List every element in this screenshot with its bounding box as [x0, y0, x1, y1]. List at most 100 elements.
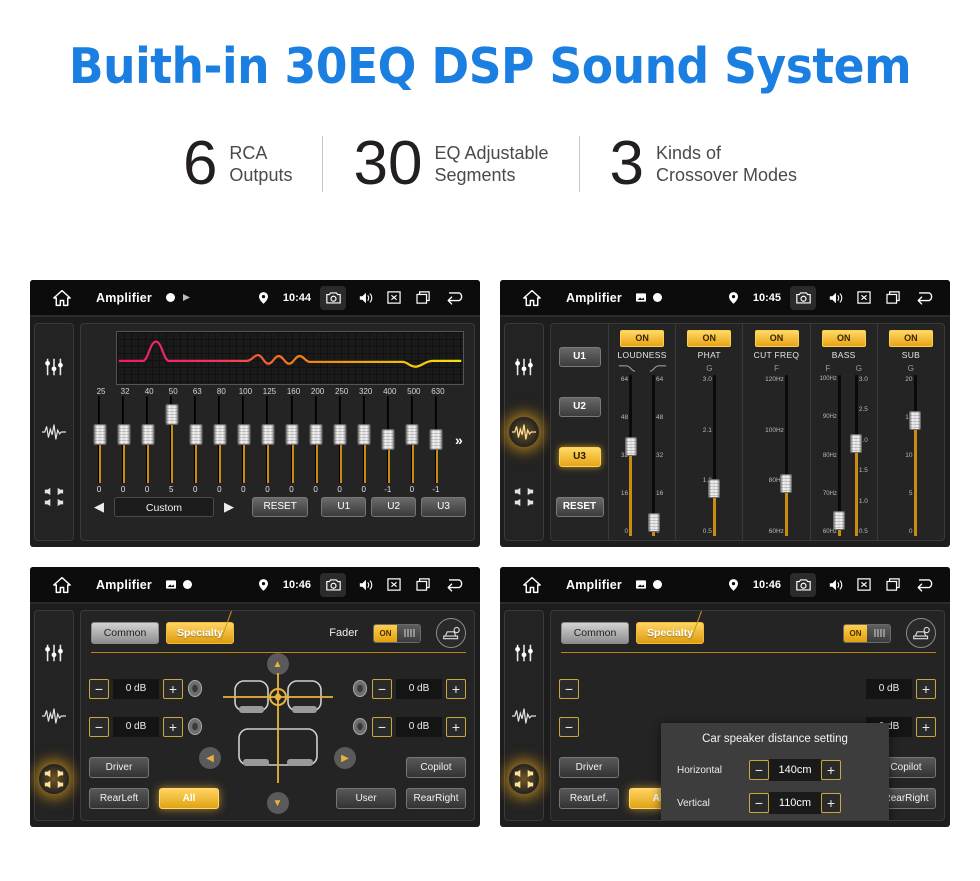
recents-icon[interactable]: [883, 575, 903, 595]
minus-button[interactable]: −: [749, 793, 769, 813]
camera-icon[interactable]: [790, 572, 816, 597]
reset-button[interactable]: RESET: [251, 497, 309, 517]
position-driver-button[interactable]: Driver: [89, 757, 149, 778]
eq-slider[interactable]: -1: [376, 396, 400, 496]
balance-icon[interactable]: [39, 763, 69, 794]
equalizer-icon[interactable]: [39, 352, 69, 382]
close-box-icon[interactable]: [854, 288, 874, 308]
camera-icon[interactable]: [320, 572, 346, 597]
eq-slider[interactable]: 0: [304, 396, 328, 496]
eq-slider[interactable]: 0: [135, 396, 159, 496]
bass-freq-slider[interactable]: 100Hz 90Hz 80Hz 70Hz 60Hz: [820, 375, 846, 536]
close-box-icon[interactable]: [854, 575, 874, 595]
loudness-slider-1[interactable]: 64 48 32 16 0: [621, 375, 637, 536]
minus-button[interactable]: −: [89, 679, 109, 699]
minus-button[interactable]: −: [372, 679, 392, 699]
user-preset-u1-button[interactable]: U1: [321, 497, 367, 517]
plus-button[interactable]: +: [163, 679, 183, 699]
eq-slider[interactable]: 0: [111, 396, 135, 496]
plus-button[interactable]: +: [821, 760, 841, 780]
back-icon[interactable]: [442, 575, 468, 595]
plus-button[interactable]: +: [163, 717, 183, 737]
equalizer-icon[interactable]: [39, 638, 69, 668]
reset-button[interactable]: RESET: [555, 497, 604, 517]
recents-icon[interactable]: [413, 288, 433, 308]
eq-slider[interactable]: 0: [207, 396, 231, 496]
plus-button[interactable]: +: [916, 679, 936, 699]
minus-button[interactable]: −: [749, 760, 769, 780]
eq-slider[interactable]: 0: [328, 396, 352, 496]
cut-freq-toggle[interactable]: ON: [754, 330, 799, 347]
phat-toggle[interactable]: ON: [687, 330, 732, 347]
user-preset-u2-button[interactable]: U2: [371, 497, 417, 517]
position-all-button[interactable]: All: [159, 788, 219, 809]
equalizer-icon[interactable]: [509, 638, 539, 668]
car-settings-button[interactable]: [436, 618, 466, 648]
user-preset-u3-button[interactable]: U3: [558, 447, 601, 467]
volume-icon[interactable]: [825, 288, 845, 308]
eq-slider[interactable]: 0: [255, 396, 279, 496]
eq-slider[interactable]: -1: [424, 396, 448, 496]
volume-icon[interactable]: [825, 575, 845, 595]
loudness-toggle[interactable]: ON: [620, 330, 665, 347]
eq-slider[interactable]: 0: [231, 396, 255, 496]
minus-button[interactable]: −: [89, 717, 109, 737]
eq-slider[interactable]: 0: [352, 396, 376, 496]
position-rearright-button[interactable]: RearRight: [406, 788, 466, 809]
fader-right-button[interactable]: ▶: [334, 747, 356, 769]
phat-gain-slider[interactable]: 3.0 2.1 1.3 0.5: [703, 375, 721, 536]
sub-gain-slider[interactable]: 2015 105 0: [905, 375, 922, 536]
home-icon[interactable]: [42, 289, 82, 307]
back-icon[interactable]: [912, 575, 938, 595]
loudness-slider-2[interactable]: 6448 3216 0: [647, 375, 663, 536]
eq-slider[interactable]: 5: [159, 396, 183, 496]
recents-icon[interactable]: [883, 288, 903, 308]
eq-slider[interactable]: 0: [280, 396, 304, 496]
waveform-icon[interactable]: [509, 701, 539, 731]
home-icon[interactable]: [512, 289, 552, 307]
car-seats-diagram[interactable]: [213, 673, 343, 783]
volume-icon[interactable]: [355, 575, 375, 595]
minus-button[interactable]: −: [559, 679, 579, 699]
fader-down-button[interactable]: ▼: [266, 792, 289, 814]
eq-slider[interactable]: 0: [183, 396, 207, 496]
plus-button[interactable]: +: [446, 717, 466, 737]
close-box-icon[interactable]: [384, 575, 404, 595]
user-preset-u1-button[interactable]: U1: [558, 347, 601, 367]
waveform-icon[interactable]: [509, 416, 539, 447]
position-copilot-button[interactable]: Copilot: [406, 757, 466, 778]
tab-common[interactable]: Common: [561, 622, 629, 644]
minus-button[interactable]: −: [372, 717, 392, 737]
tab-common[interactable]: Common: [91, 622, 159, 644]
waveform-icon[interactable]: [39, 701, 69, 731]
position-rearleft-button[interactable]: RearLeft: [89, 788, 149, 809]
expand-right-icon[interactable]: »: [455, 432, 463, 448]
plus-button[interactable]: +: [446, 679, 466, 699]
home-icon[interactable]: [512, 576, 552, 594]
eq-slider[interactable]: 0: [87, 396, 111, 496]
eq-slider[interactable]: 0: [400, 396, 424, 496]
cut-freq-slider[interactable]: 120Hz 100Hz 80Hz 60Hz: [765, 375, 793, 536]
sub-toggle[interactable]: ON: [888, 330, 933, 347]
preset-prev-button[interactable]: ◀: [89, 499, 109, 515]
position-user-button[interactable]: User: [336, 788, 396, 809]
waveform-icon[interactable]: [39, 417, 69, 447]
position-rearleft-button[interactable]: RearLef.: [559, 788, 619, 809]
fader-up-button[interactable]: ▲: [266, 653, 289, 675]
balance-icon[interactable]: [509, 763, 539, 794]
equalizer-icon[interactable]: [509, 352, 539, 382]
user-preset-u3-button[interactable]: U3: [421, 497, 467, 517]
position-driver-button[interactable]: Driver: [559, 757, 619, 778]
balance-icon[interactable]: [509, 482, 539, 512]
back-icon[interactable]: [442, 288, 468, 308]
fader-left-button[interactable]: ◀: [199, 747, 221, 769]
back-icon[interactable]: [912, 288, 938, 308]
home-icon[interactable]: [42, 576, 82, 594]
preset-name[interactable]: Custom: [114, 497, 214, 517]
volume-icon[interactable]: [355, 288, 375, 308]
minus-button[interactable]: −: [559, 717, 579, 737]
plus-button[interactable]: +: [821, 793, 841, 813]
fader-toggle[interactable]: ON: [843, 623, 891, 643]
bass-toggle[interactable]: ON: [821, 330, 866, 347]
balance-icon[interactable]: [39, 482, 69, 512]
